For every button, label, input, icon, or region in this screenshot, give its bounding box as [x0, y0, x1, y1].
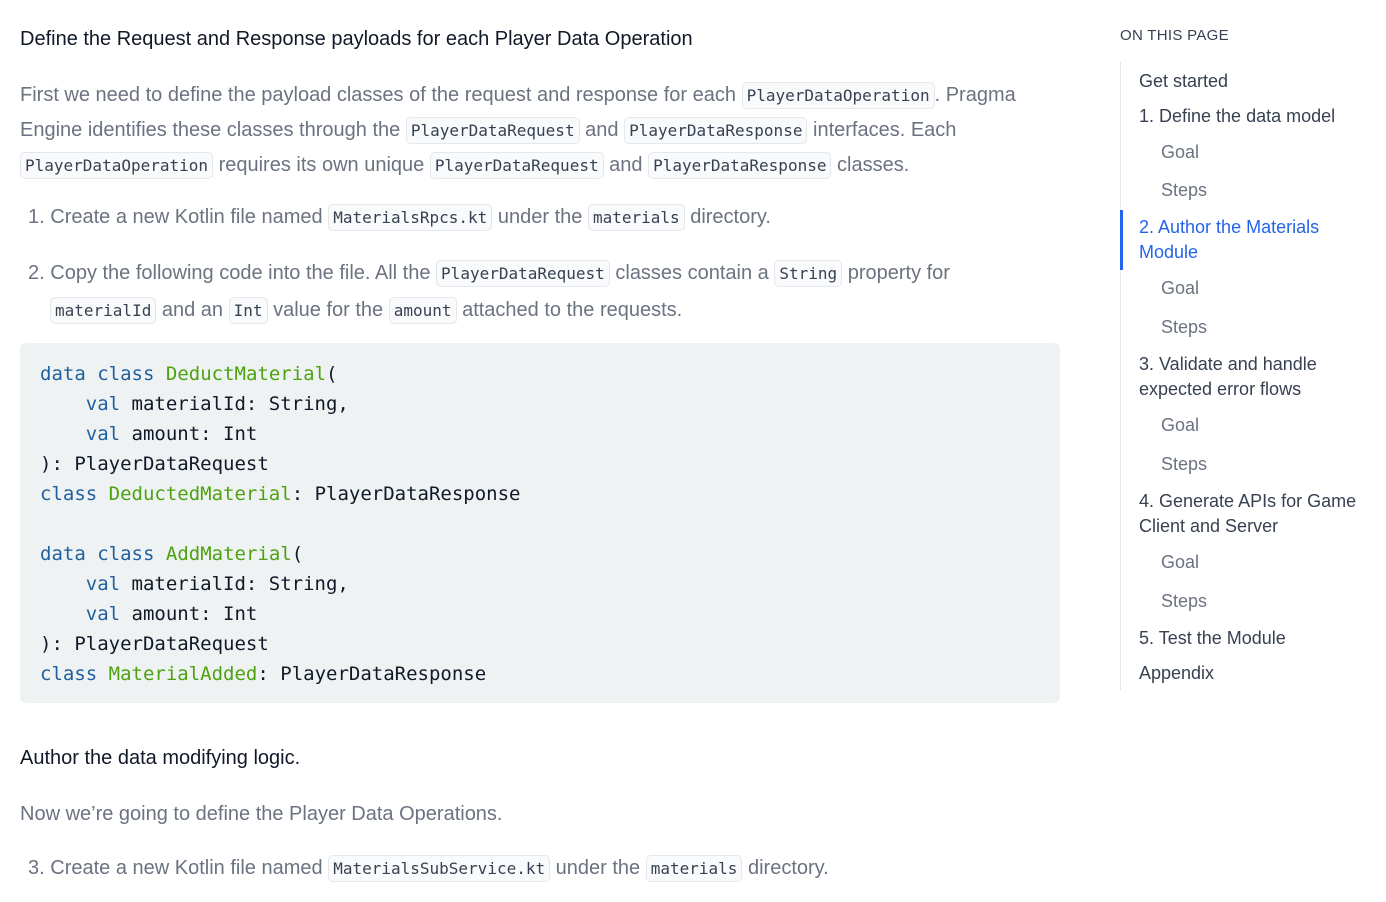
toc-link-goal[interactable]: Goal — [1161, 413, 1199, 438]
inline-code: PlayerDataResponse — [648, 152, 832, 179]
inline-code: PlayerDataOperation — [741, 82, 935, 109]
inline-code: PlayerDataRequest — [405, 117, 580, 144]
toc-divider — [1120, 62, 1121, 690]
toc-link-steps[interactable]: Steps — [1161, 315, 1207, 340]
toc-link-appendix[interactable]: Appendix — [1139, 661, 1374, 686]
toc-link-goal[interactable]: Goal — [1161, 276, 1199, 301]
inline-code: PlayerDataResponse — [624, 117, 808, 144]
toc-link-test-module[interactable]: 5. Test the Module — [1139, 626, 1374, 651]
inline-code: PlayerDataRequest — [429, 152, 604, 179]
toc-active-indicator — [1120, 210, 1123, 270]
toc-link-goal[interactable]: Goal — [1161, 140, 1199, 165]
step-1: 1. Create a new Kotlin file named Materi… — [28, 199, 1058, 236]
code-block[interactable]: data class DeductMaterial( val materialI… — [20, 343, 1060, 703]
code-content: data class DeductMaterial( val materialI… — [40, 363, 521, 685]
toc-link-get-started[interactable]: Get started — [1139, 69, 1374, 94]
inline-code: materials — [587, 204, 685, 231]
toc-link-author-materials-module[interactable]: 2. Author the Materials Module — [1139, 215, 1374, 265]
inline-code: PlayerDataRequest — [436, 260, 610, 287]
inline-code: PlayerDataOperation — [20, 152, 214, 179]
inline-code: MaterialsSubService.kt — [328, 855, 551, 882]
inline-code: amount — [388, 297, 457, 324]
step-3: 3. Create a new Kotlin file named Materi… — [28, 850, 1058, 887]
intro-paragraph: First we need to define the payload clas… — [20, 78, 1060, 183]
inline-code: materials — [645, 855, 743, 882]
toc-link-generate-apis[interactable]: 4. Generate APIs for Game Client and Ser… — [1139, 489, 1374, 539]
step-2: 2. Copy the following code into the file… — [28, 255, 1058, 329]
inline-code: materialId — [50, 297, 157, 324]
toc-link-validate-error-flows[interactable]: 3. Validate and handle expected error fl… — [1139, 352, 1374, 402]
toc-title: ON THIS PAGE — [1120, 27, 1229, 44]
step-number: 3. — [28, 857, 45, 879]
step-number: 2. — [28, 262, 45, 284]
toc-link-define-data-model[interactable]: 1. Define the data model — [1139, 104, 1374, 129]
inline-code: Int — [228, 297, 268, 324]
toc-link-steps[interactable]: Steps — [1161, 589, 1207, 614]
toc-link-steps[interactable]: Steps — [1161, 178, 1207, 203]
toc-link-goal[interactable]: Goal — [1161, 550, 1199, 575]
inline-code: String — [774, 260, 843, 287]
step-number: 1. — [28, 206, 45, 228]
logic-intro-paragraph: Now we’re going to define the Player Dat… — [20, 803, 503, 825]
inline-code: MaterialsRpcs.kt — [328, 204, 493, 231]
toc-link-steps[interactable]: Steps — [1161, 452, 1207, 477]
section-heading-payloads: Define the Request and Response payloads… — [20, 28, 693, 50]
section-heading-logic: Author the data modifying logic. — [20, 747, 301, 769]
